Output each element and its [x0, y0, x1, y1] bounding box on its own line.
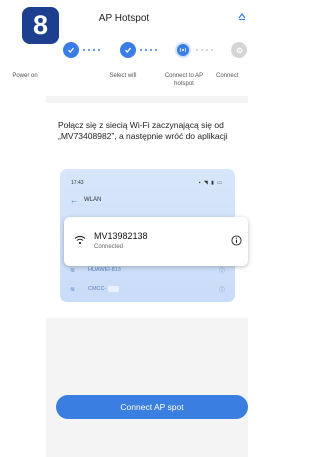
step-number-badge: 8: [22, 7, 59, 44]
connected-network-card: MV13982138 Connected: [64, 217, 248, 266]
progress-stepper: [46, 42, 248, 58]
wifi-icon: [74, 235, 86, 245]
phone-status-icons: ▪ ◥ ▮ ▭: [198, 180, 223, 186]
step-select-wifi-check-icon: [120, 42, 136, 58]
info-icon: ⓘ: [218, 268, 225, 275]
step-connect-gear-icon: [231, 42, 247, 58]
step-connector: [83, 49, 100, 51]
info-icon: [231, 235, 242, 246]
bottom-panel: [46, 318, 248, 457]
back-arrow-icon: ←: [70, 196, 78, 205]
network-row: ≋ CMCC- xxxx ⓘ: [70, 280, 225, 298]
wifi-icon: ≋: [70, 286, 76, 293]
step-connector: [196, 49, 213, 51]
phone-time: 17:43: [71, 180, 84, 186]
step-label-select-wifi: Select wifi: [109, 73, 137, 79]
wifi-icon: ≋: [70, 267, 76, 274]
step-connector: [140, 49, 157, 51]
connected-ssid: MV13982138: [94, 231, 148, 241]
info-icon: ⓘ: [218, 287, 225, 294]
phone-screen-title: WLAN: [84, 197, 102, 203]
step-label-connect-ap: Connect to AP hotspot: [164, 73, 204, 87]
instruction-text: Połącz się z siecią Wi-Fi zaczynającą si…: [58, 120, 228, 141]
network-name: HUAWEI-813: [88, 267, 121, 273]
step-label-power-on: Power on: [12, 73, 38, 79]
step-power-on-check-icon: [63, 42, 79, 58]
connect-ap-spot-button[interactable]: Connect AP spot: [56, 395, 248, 419]
connection-status: Connected: [94, 244, 124, 250]
step-hotspot-icon: [175, 42, 191, 58]
section-divider: [46, 96, 248, 103]
network-name: CMCC- xxxx: [88, 286, 119, 292]
step-label-connect: Connect: [216, 73, 239, 79]
share-icon[interactable]: [238, 13, 246, 20]
